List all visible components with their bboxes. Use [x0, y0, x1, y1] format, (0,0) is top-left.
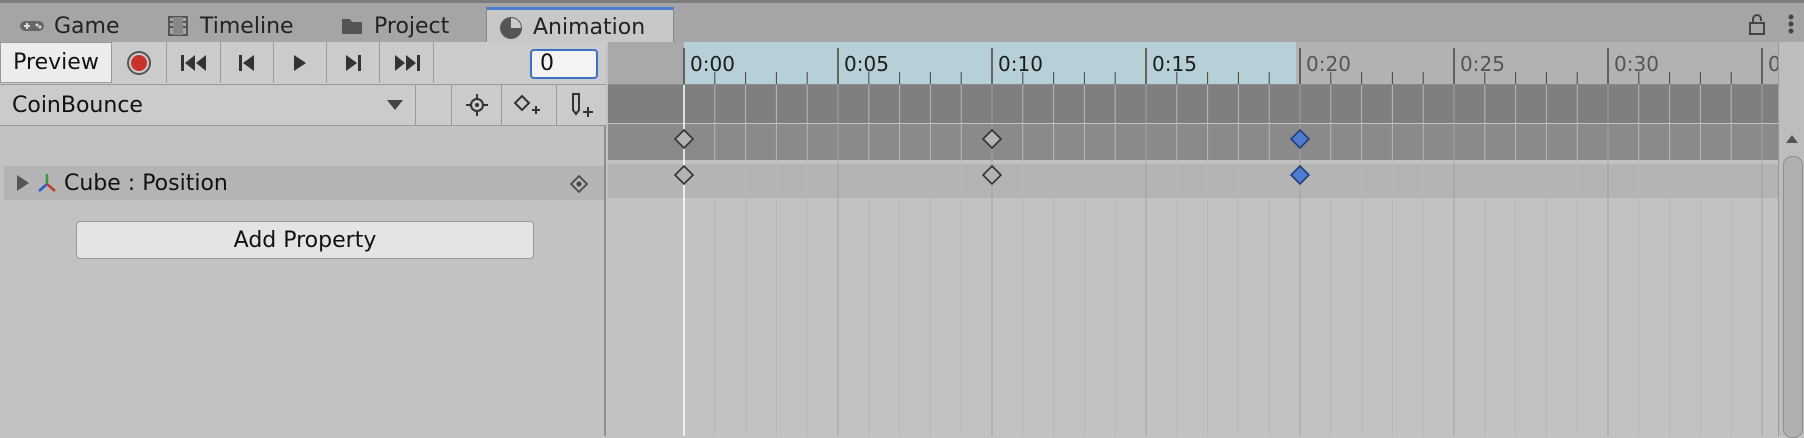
frame-field[interactable]: 0 [530, 49, 598, 79]
tab-bar: Game Timeline Project Animation [0, 0, 1804, 45]
tab-label: Timeline [200, 13, 294, 39]
expand-arrow-icon[interactable] [16, 174, 30, 192]
gamepad-icon [18, 15, 46, 37]
preview-button[interactable]: Preview [0, 42, 112, 83]
step-forward-icon [346, 54, 361, 71]
filter-by-selection-button[interactable] [451, 85, 501, 125]
tab-label: Game [54, 13, 120, 39]
next-keyframe-button[interactable] [327, 42, 380, 83]
animation-window: Game Timeline Project Animation Preview … [0, 0, 1804, 438]
skip-to-end-icon [394, 54, 420, 71]
clip-bar: CoinBounce [0, 85, 606, 126]
add-keyframe-button[interactable] [501, 85, 551, 125]
scroll-up-icon[interactable] [1785, 134, 1799, 144]
record-icon [127, 50, 151, 75]
record-button[interactable] [112, 42, 167, 83]
add-event-button[interactable] [556, 85, 606, 125]
animation-clock-icon [497, 16, 525, 39]
folder-icon [338, 15, 366, 37]
film-icon [164, 15, 192, 37]
window-controls [1748, 13, 1794, 39]
play-icon [294, 54, 306, 71]
tab-project[interactable]: Project [338, 7, 449, 45]
clip-dropdown-value: CoinBounce [12, 92, 143, 118]
tab-game[interactable]: Game [18, 7, 120, 45]
add-keyframe-icon [513, 94, 540, 114]
skip-to-start-icon [180, 54, 206, 71]
lock-icon[interactable] [1748, 13, 1766, 39]
crosshair-icon [465, 94, 488, 116]
first-keyframe-button[interactable] [167, 42, 221, 83]
tab-label: Animation [533, 15, 646, 40]
last-keyframe-button[interactable] [380, 42, 434, 83]
hierarchy-panel: Preview 0 CoinBounce Cube: Position Add… [0, 42, 606, 436]
keyframe-diamond[interactable] [981, 164, 1003, 186]
tab-timeline[interactable]: Timeline [164, 7, 294, 45]
clip-dropdown[interactable]: CoinBounce [0, 85, 416, 125]
scroll-thumb[interactable] [1783, 156, 1803, 438]
keyframe-diamond[interactable] [673, 164, 695, 186]
add-property-button[interactable]: Add Property [76, 221, 534, 259]
transform-axes-icon [38, 174, 56, 192]
keyframe-diamond[interactable] [1289, 128, 1311, 150]
property-label: Cube : Position [64, 170, 228, 196]
playback-toolbar: Preview 0 [0, 42, 606, 85]
chevron-down-icon [387, 100, 403, 110]
step-back-icon [239, 54, 254, 71]
tab-animation[interactable]: Animation [486, 7, 674, 45]
play-button[interactable] [274, 42, 327, 83]
property-row[interactable]: Cube : Position [4, 166, 604, 200]
previous-keyframe-button[interactable] [221, 42, 274, 83]
keyframe-diamond[interactable] [1289, 164, 1311, 186]
more-options-icon[interactable] [1788, 13, 1794, 39]
keyframe-diamond[interactable] [981, 128, 1003, 150]
add-event-icon [571, 93, 593, 117]
keyframe-diamond[interactable] [673, 128, 695, 150]
tab-label: Project [374, 13, 450, 39]
vertical-scrollbar[interactable] [1778, 42, 1804, 438]
keyframe-toggle-icon[interactable] [569, 174, 589, 194]
dopesheet[interactable]: 0:00 0:05 0:10 0:15 0:20 0:25 0:30 0: [608, 42, 1778, 436]
timeline-grid [673, 85, 1763, 436]
